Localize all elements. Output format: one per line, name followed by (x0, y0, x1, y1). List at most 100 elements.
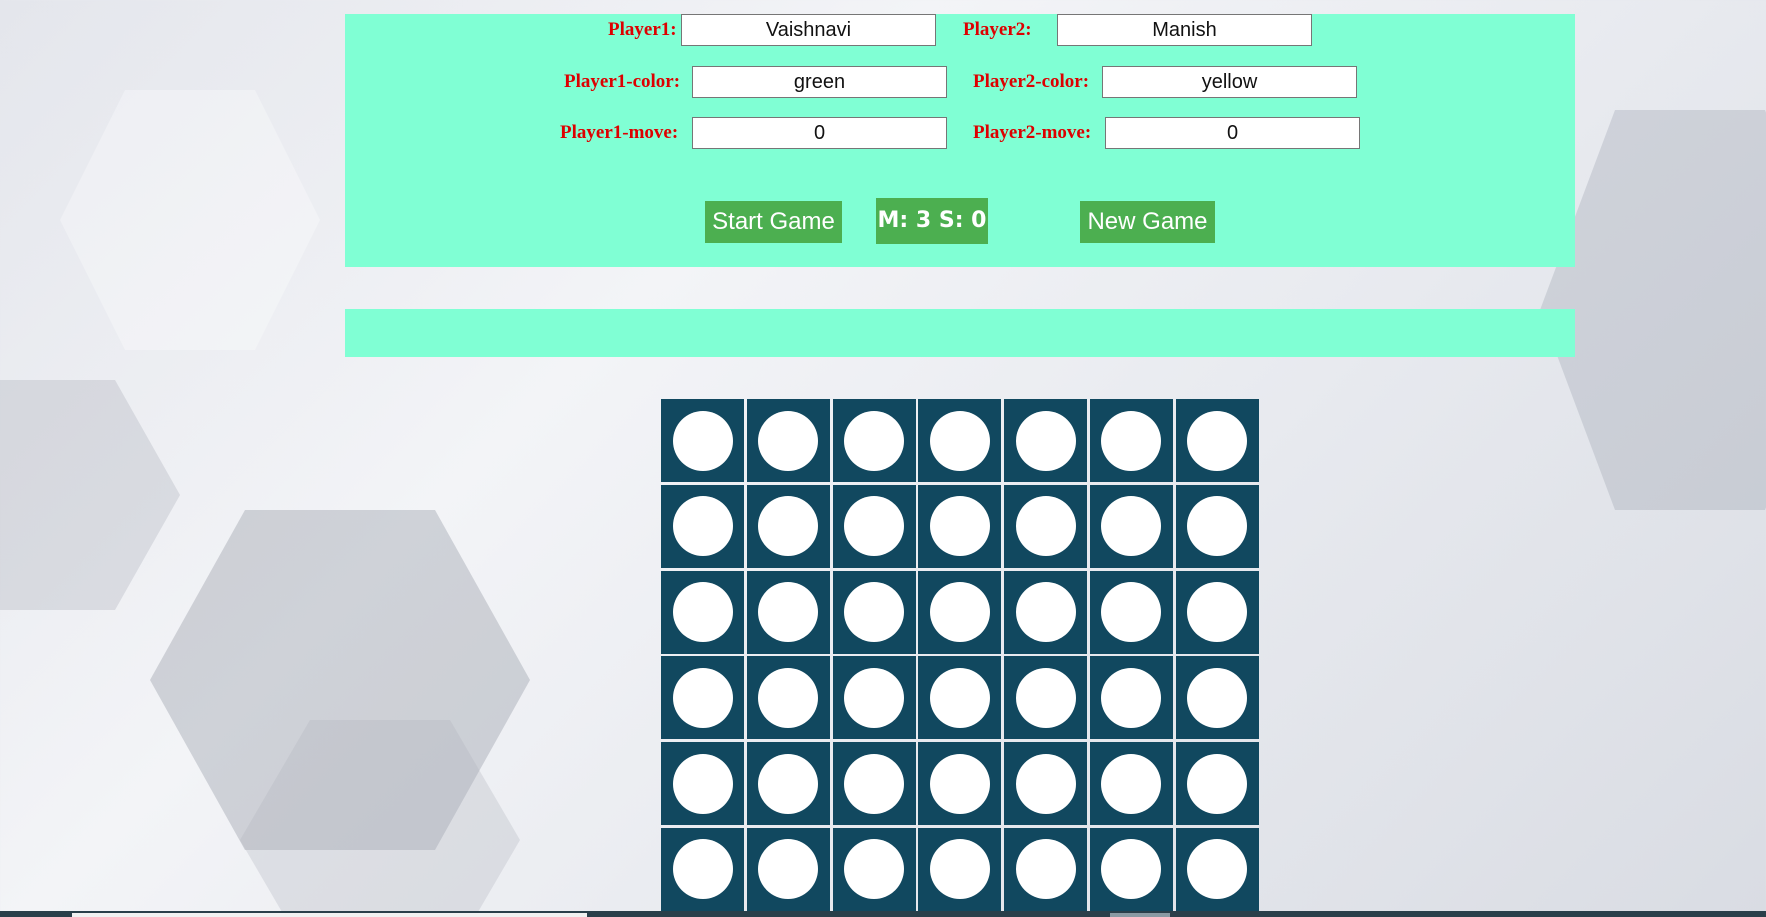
board-cell[interactable] (1089, 399, 1173, 482)
board-cell[interactable] (832, 484, 916, 568)
empty-slot (672, 839, 733, 900)
board-cell[interactable] (1175, 742, 1259, 826)
empty-slot (1015, 410, 1076, 471)
board-cell[interactable] (746, 827, 830, 911)
empty-slot (1101, 753, 1162, 814)
board-cell[interactable] (1175, 399, 1259, 482)
board-cell[interactable] (661, 484, 744, 568)
empty-slot (1101, 496, 1162, 557)
board-cell[interactable] (918, 827, 1002, 911)
player2-label: Player2: (963, 19, 1032, 40)
empty-slot (1015, 496, 1076, 557)
empty-slot (1187, 667, 1248, 728)
taskbar-segment (1110, 913, 1170, 917)
board-cell[interactable] (832, 656, 916, 740)
taskbar (0, 911, 1766, 917)
game-timer: M: 3 S: 0 (876, 198, 988, 244)
player1-name-input[interactable] (681, 14, 936, 46)
empty-slot (1101, 667, 1162, 728)
board-cell[interactable] (661, 742, 744, 826)
player1-color-label: Player1-color: (564, 71, 681, 92)
board-cell[interactable] (832, 742, 916, 826)
board-cell[interactable] (1089, 570, 1173, 654)
empty-slot (1187, 496, 1248, 557)
board-cell[interactable] (746, 399, 830, 482)
board-cell[interactable] (661, 399, 744, 482)
board-cell[interactable] (918, 570, 1002, 654)
empty-slot (1101, 410, 1162, 471)
board-cell[interactable] (1175, 484, 1259, 568)
background-hexagon (0, 380, 180, 610)
board-cell[interactable] (1175, 656, 1259, 740)
board-cell[interactable] (1004, 484, 1088, 568)
player1-color-input[interactable] (692, 66, 947, 98)
board-cell[interactable] (661, 656, 744, 740)
board-cell[interactable] (661, 827, 744, 911)
player-setup-panel: Player1: Player2: Player1-color: Player2… (345, 14, 1575, 267)
board-cell[interactable] (1004, 570, 1088, 654)
player1-label: Player1: (608, 19, 677, 40)
board-cell[interactable] (918, 742, 1002, 826)
empty-slot (1187, 582, 1248, 643)
board-cell[interactable] (746, 484, 830, 568)
board-cell[interactable] (918, 484, 1002, 568)
empty-slot (758, 839, 819, 900)
board-cell[interactable] (1089, 742, 1173, 826)
player2-move-input[interactable] (1105, 117, 1360, 149)
empty-slot (929, 667, 990, 728)
empty-slot (672, 582, 733, 643)
empty-slot (1015, 839, 1076, 900)
new-game-button[interactable]: New Game (1080, 201, 1215, 243)
game-board (661, 399, 1259, 911)
player2-name-input[interactable] (1057, 14, 1312, 46)
board-cell[interactable] (746, 570, 830, 654)
player1-move-label: Player1-move: (560, 122, 679, 143)
empty-slot (672, 410, 733, 471)
empty-slot (929, 496, 990, 557)
empty-slot (844, 582, 905, 643)
player2-move-label: Player2-move: (973, 122, 1092, 143)
board-cell[interactable] (1004, 399, 1088, 482)
background-hexagon (60, 90, 320, 350)
status-message-bar (345, 309, 1575, 357)
empty-slot (929, 410, 990, 471)
empty-slot (758, 582, 819, 643)
empty-slot (672, 753, 733, 814)
board-cell[interactable] (1004, 742, 1088, 826)
empty-slot (929, 582, 990, 643)
board-cell[interactable] (832, 570, 916, 654)
start-game-button[interactable]: Start Game (705, 201, 842, 243)
board-cell[interactable] (1089, 656, 1173, 740)
empty-slot (1101, 839, 1162, 900)
board-cell[interactable] (1004, 827, 1088, 911)
empty-slot (844, 839, 905, 900)
empty-slot (1101, 582, 1162, 643)
taskbar-segment (72, 913, 587, 917)
board-cell[interactable] (918, 656, 1002, 740)
empty-slot (1015, 667, 1076, 728)
board-cell[interactable] (661, 570, 744, 654)
empty-slot (844, 753, 905, 814)
player1-move-input[interactable] (692, 117, 947, 149)
board-cell[interactable] (1175, 827, 1259, 911)
board-cell[interactable] (1089, 484, 1173, 568)
empty-slot (672, 496, 733, 557)
player2-color-label: Player2-color: (973, 71, 1090, 92)
empty-slot (929, 839, 990, 900)
board-cell[interactable] (1089, 827, 1173, 911)
board-cell[interactable] (832, 827, 916, 911)
board-cell[interactable] (1175, 570, 1259, 654)
empty-slot (1015, 753, 1076, 814)
empty-slot (1015, 582, 1076, 643)
empty-slot (1187, 410, 1248, 471)
empty-slot (844, 496, 905, 557)
empty-slot (929, 753, 990, 814)
board-cell[interactable] (918, 399, 1002, 482)
empty-slot (758, 410, 819, 471)
empty-slot (1187, 839, 1248, 900)
board-cell[interactable] (746, 742, 830, 826)
player2-color-input[interactable] (1102, 66, 1357, 98)
board-cell[interactable] (832, 399, 916, 482)
board-cell[interactable] (1004, 656, 1088, 740)
board-cell[interactable] (746, 656, 830, 740)
